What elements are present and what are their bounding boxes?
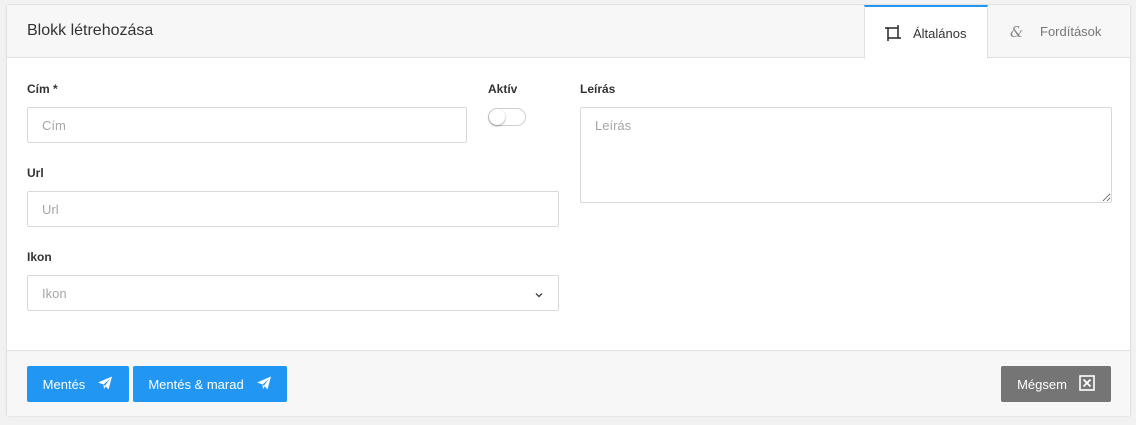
paper-plane-icon <box>256 375 272 394</box>
paper-plane-icon <box>97 375 113 394</box>
tab-translations-label: Fordítások <box>1040 24 1102 39</box>
tab-general[interactable]: Általános <box>864 5 988 59</box>
toggle-knob <box>489 109 505 125</box>
tab-general-label: Általános <box>913 25 967 41</box>
tab-translations[interactable]: & Fordítások <box>988 5 1131 58</box>
active-label: Aktív <box>488 82 518 96</box>
ampersand-icon: & <box>1010 22 1024 41</box>
page-title: Blokk létrehozása <box>27 22 154 39</box>
title-input[interactable] <box>27 107 467 143</box>
card-footer: Mentés Mentés & marad Mégsem <box>7 350 1130 416</box>
close-box-icon <box>1079 374 1095 394</box>
icon-select[interactable]: Ikon <box>27 275 559 311</box>
active-toggle[interactable] <box>488 108 526 126</box>
card-header: Blokk létrehozása Általános & Fordítások <box>7 5 1131 59</box>
url-label: Url <box>27 166 44 180</box>
title-label: Cím * <box>27 82 58 96</box>
create-block-card: Blokk létrehozása Általános & Fordítások… <box>6 4 1131 416</box>
save-button-label: Mentés <box>42 376 86 392</box>
cancel-button-label: Mégsem <box>1017 376 1067 392</box>
crop-frame-icon <box>885 25 901 41</box>
chevron-down-icon <box>534 288 544 303</box>
save-and-stay-button-label: Mentés & marad <box>148 376 244 392</box>
description-textarea[interactable] <box>580 107 1112 203</box>
icon-label: Ikon <box>27 250 52 264</box>
url-input[interactable] <box>27 191 559 227</box>
save-button[interactable]: Mentés <box>27 366 129 402</box>
cancel-button[interactable]: Mégsem <box>1001 366 1111 402</box>
description-label: Leírás <box>580 82 616 96</box>
save-and-stay-button[interactable]: Mentés & marad <box>133 366 287 402</box>
icon-select-placeholder: Ikon <box>42 285 67 301</box>
